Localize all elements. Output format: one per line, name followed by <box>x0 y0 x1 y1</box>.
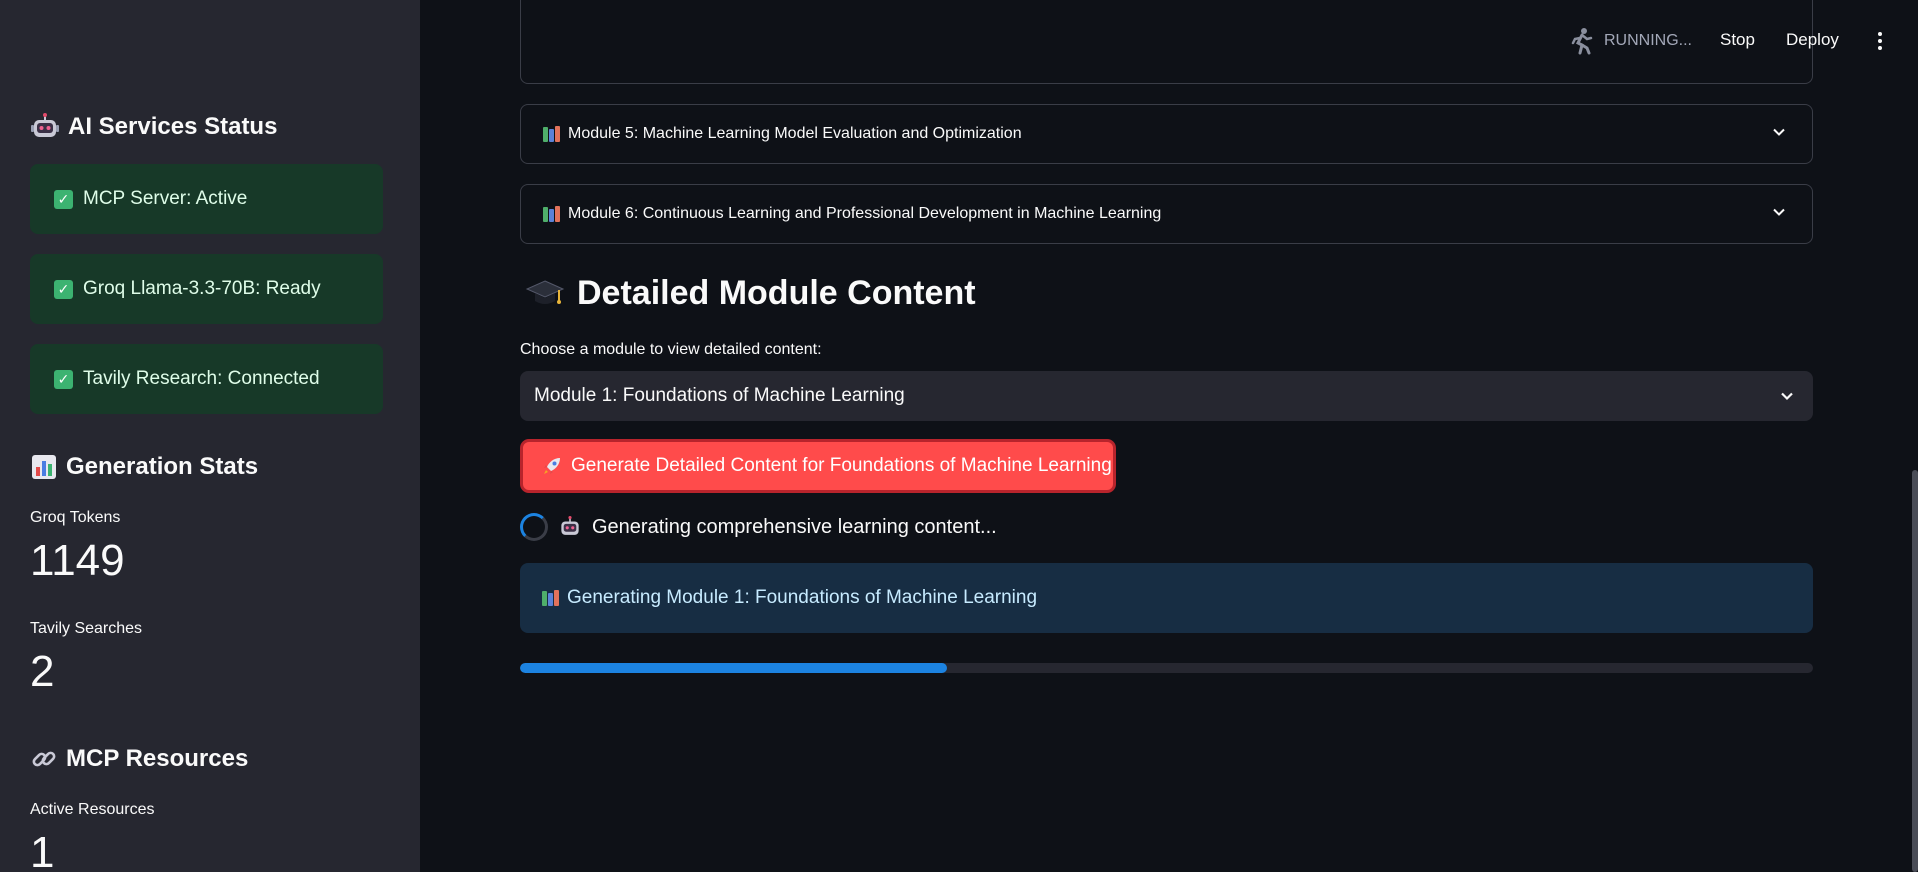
generating-spinner-row: Generating comprehensive learning conten… <box>520 513 997 541</box>
generation-stats-heading-text: Generation Stats <box>66 453 259 480</box>
active-resources-value: 1 <box>30 828 55 872</box>
mcp-resources-heading: MCP Resources <box>30 745 248 773</box>
chevron-down-icon <box>1779 388 1795 410</box>
detail-heading: Detailed Module Content <box>525 274 976 313</box>
spinner-text: Generating comprehensive learning conten… <box>592 515 997 538</box>
link-icon <box>30 745 58 773</box>
ai-status-heading: AI Services Status <box>30 113 277 141</box>
status-groq-llama: ✓ Groq Llama-3.3-70B: Ready <box>30 254 383 324</box>
module-6-label: Module 6: Continuous Learning and Profes… <box>568 205 1162 222</box>
groq-tokens-value: 1149 <box>30 536 125 585</box>
info-text: Generating Module 1: Foundations of Mach… <box>567 587 1038 608</box>
module-6-expander[interactable]: Module 6: Continuous Learning and Profes… <box>520 184 1813 244</box>
active-resources-label: Active Resources <box>30 801 155 818</box>
graduation-cap-icon <box>525 277 565 311</box>
check-box-icon: ✓ <box>54 189 73 209</box>
progress-bar-fill <box>520 663 947 673</box>
stop-button[interactable]: Stop <box>1720 30 1755 50</box>
rocket-icon <box>541 455 563 477</box>
generate-content-button[interactable]: Generate Detailed Content for Foundation… <box>520 439 1116 493</box>
check-box-icon: ✓ <box>54 279 73 299</box>
deploy-button[interactable]: Deploy <box>1786 30 1839 50</box>
module-5-label: Module 5: Machine Learning Model Evaluat… <box>568 125 1022 142</box>
generating-info-box: Generating Module 1: Foundations of Mach… <box>520 563 1813 633</box>
chevron-down-icon <box>1772 205 1786 224</box>
check-box-icon: ✓ <box>54 369 73 389</box>
robot-icon <box>30 113 60 141</box>
main-content: Module 5: Machine Learning Model Evaluat… <box>420 0 1918 872</box>
tavily-searches-label: Tavily Searches <box>30 620 143 637</box>
running-person-icon <box>1570 27 1594 55</box>
main-menu-icon[interactable] <box>1870 30 1890 52</box>
generation-stats-heading: Generation Stats <box>30 453 258 481</box>
tavily-searches-value: 2 <box>30 647 55 696</box>
main-scrollbar[interactable] <box>1912 470 1918 872</box>
status-groq-llama-text: Groq Llama-3.3-70B: Ready <box>83 278 321 299</box>
robot-icon <box>558 516 582 538</box>
groq-tokens-label: Groq Tokens <box>30 509 121 526</box>
progress-bar <box>520 663 1813 673</box>
status-mcp-server: ✓ MCP Server: Active <box>30 164 383 234</box>
loading-spinner-icon <box>520 513 548 541</box>
module-select-value: Module 1: Foundations of Machine Learnin… <box>534 385 905 406</box>
bar-chart-icon <box>30 453 58 481</box>
app-root: AI Services Status ✓ MCP Server: Active … <box>0 0 1918 872</box>
detail-heading-text: Detailed Module Content <box>577 274 976 312</box>
module-select[interactable]: Module 1: Foundations of Machine Learnin… <box>520 371 1813 421</box>
running-status: RUNNING... <box>1570 27 1692 55</box>
sidebar: AI Services Status ✓ MCP Server: Active … <box>0 0 420 872</box>
ai-status-heading-text: AI Services Status <box>68 113 278 140</box>
generate-content-button-label: Generate Detailed Content for Foundation… <box>571 455 1112 476</box>
status-tavily-research-text: Tavily Research: Connected <box>83 368 320 389</box>
chevron-down-icon <box>1772 125 1786 144</box>
books-icon <box>542 590 560 606</box>
status-mcp-server-text: MCP Server: Active <box>83 188 248 209</box>
running-status-text: RUNNING... <box>1604 32 1692 49</box>
module-5-expander[interactable]: Module 5: Machine Learning Model Evaluat… <box>520 104 1813 164</box>
books-icon <box>543 126 561 142</box>
status-tavily-research: ✓ Tavily Research: Connected <box>30 344 383 414</box>
top-toolbar: RUNNING... Stop Deploy <box>420 0 1918 80</box>
module-select-label: Choose a module to view detailed content… <box>520 341 822 358</box>
mcp-resources-heading-text: MCP Resources <box>66 745 249 772</box>
books-icon <box>543 206 561 222</box>
